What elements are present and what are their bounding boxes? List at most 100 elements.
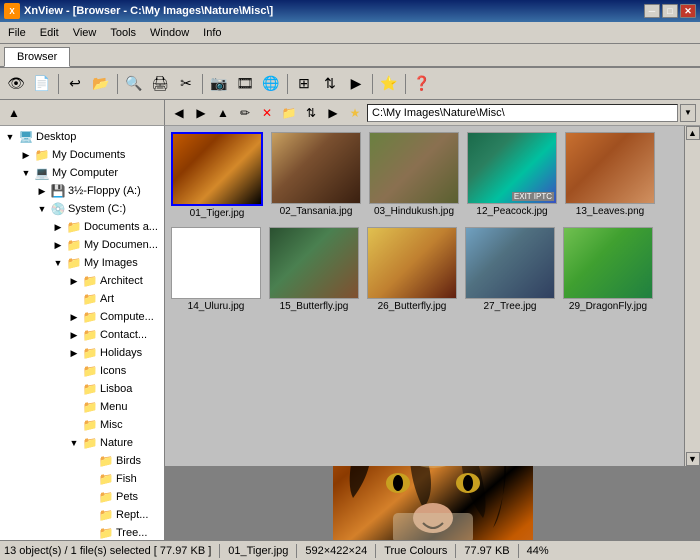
expand-floppy[interactable]: ▶ [34,183,50,199]
tree-item-mydocsc[interactable]: ▶ 📁 My Documen... [48,236,164,254]
sort-button[interactable]: ⇅ [318,72,342,96]
thumb-hindukush[interactable]: 03_Hindukush.jpg [367,130,461,221]
docsa-icon: 📁 [66,220,82,234]
expand-desktop[interactable]: ▼ [2,129,18,145]
addr-forward-button[interactable]: ▶ [191,103,211,123]
thumb-peacock[interactable]: EXIT IPTC 12_Peacock.jpg [465,130,559,221]
address-dropdown[interactable]: ▼ [680,104,696,122]
thumb-butterfly1[interactable]: 15_Butterfly.jpg [267,225,361,314]
thumb-uluru[interactable]: 14_Uluru.jpg [169,225,263,314]
thumb-butterfly2[interactable]: 26_Butterfly.jpg [365,225,459,314]
separator-2 [117,74,118,94]
menu-tools[interactable]: Tools [104,25,142,41]
tree-item-misc[interactable]: 📁 Misc [64,416,164,434]
peacock-label: 12_Peacock.jpg [476,206,547,217]
status-sep-3 [375,544,376,558]
tree-item-desktop[interactable]: ▼ 🖥 Desktop [0,128,164,146]
tree-item-holidays[interactable]: ▶ 📁 Holidays [64,344,164,362]
cut-button[interactable]: ✂ [174,72,198,96]
tree-item-fish[interactable]: 📁 Fish [80,470,164,488]
back-button[interactable]: ↩ [63,72,87,96]
separator-4 [287,74,288,94]
menu-info[interactable]: Info [197,25,227,41]
web-button[interactable]: 🌐 [259,72,283,96]
thumb-scrollup[interactable]: ▲ [686,126,700,140]
tree-item-docsa[interactable]: ▶ 📁 Documents a... [48,218,164,236]
expand-docsa[interactable]: ▶ [50,219,66,235]
tree-item-treet[interactable]: 📁 Tree... [80,524,164,540]
star-button[interactable]: ⭐ [377,72,401,96]
leaves-label: 13_Leaves.png [576,206,644,217]
thumbnails-area: 01_Tiger.jpg 02_Tansania.jpg 03_Hindukus… [165,126,700,466]
tree-item-compute[interactable]: ▶ 📁 Compute... [64,308,164,326]
maximize-button[interactable]: □ [662,4,678,18]
print-button[interactable]: 🖨 [148,72,172,96]
expand-architect[interactable]: ▶ [66,273,82,289]
thumb-leaves[interactable]: 13_Leaves.png [563,130,657,221]
status-sep-2 [296,544,297,558]
tree-item-lisboa[interactable]: 📁 Lisboa [64,380,164,398]
addr-delete-button[interactable]: ✕ [257,103,277,123]
thumb-tansania[interactable]: 02_Tansania.jpg [269,130,363,221]
app-icon: X [4,3,20,19]
tree-item-menu[interactable]: 📁 Menu [64,398,164,416]
thumb-tree[interactable]: 27_Tree.jpg [463,225,557,314]
menu-view[interactable]: View [67,25,103,41]
addr-newfolder-button[interactable]: 📁 [279,103,299,123]
expand-rept [82,507,98,523]
view-button[interactable]: 👁 [4,72,28,96]
grid-button[interactable]: ⊞ [292,72,316,96]
tree-item-pets[interactable]: 📁 Pets [80,488,164,506]
expand-systemc[interactable]: ▼ [34,201,50,217]
expand-compute[interactable]: ▶ [66,309,82,325]
address-input[interactable] [367,104,678,122]
tree-item-nature[interactable]: ▼ 📁 Nature [64,434,164,452]
thumb-scrolldown[interactable]: ▼ [686,452,700,466]
addr-sort-button[interactable]: ⇅ [301,103,321,123]
tree-item-myimages[interactable]: ▼ 📁 My Images [48,254,164,272]
menu-file[interactable]: File [2,25,32,41]
tab-browser[interactable]: Browser [4,47,70,67]
help-button[interactable]: ❓ [410,72,434,96]
tree-item-icons[interactable]: 📁 Icons [64,362,164,380]
expand-nature[interactable]: ▼ [66,435,82,451]
tree-item-rept[interactable]: 📁 Rept... [80,506,164,524]
minimize-button[interactable]: ─ [644,4,660,18]
menu-edit[interactable]: Edit [34,25,65,41]
thumb-tiger[interactable]: 01_Tiger.jpg [169,130,265,221]
film-button[interactable]: 🎞 [233,72,257,96]
tree-item-mycomputer[interactable]: ▼ 💻 My Computer [16,164,164,182]
addr-back-button[interactable]: ◀ [169,103,189,123]
expand-myimages[interactable]: ▼ [50,255,66,271]
myimages-icon: 📁 [66,256,82,270]
addr-star-button[interactable]: ★ [345,103,365,123]
uluru-image [172,228,260,298]
camera-button[interactable]: 📷 [207,72,231,96]
tree-scroll-up[interactable]: ▲ [4,103,24,123]
close-button[interactable]: ✕ [680,4,696,18]
expand-contact[interactable]: ▶ [66,327,82,343]
tree-item-floppy[interactable]: ▶ 💾 3½-Floppy (A:) [32,182,164,200]
tree-item-birds[interactable]: 📁 Birds [80,452,164,470]
icons-icon: 📁 [82,364,98,378]
open-button[interactable]: 📂 [89,72,113,96]
expand-mydocsc[interactable]: ▶ [50,237,66,253]
address-bar: ◀ ▶ ▲ ✏ ✕ 📁 ⇅ ▶ ★ ▼ [165,100,700,126]
expand-mycomputer[interactable]: ▼ [18,165,34,181]
expand-mydocs[interactable]: ▶ [18,147,34,163]
tree-item-systemc[interactable]: ▼ 💿 System (C:) [32,200,164,218]
addr-edit-button[interactable]: ✏ [235,103,255,123]
addr-up-button[interactable]: ▲ [213,103,233,123]
tree-item-architect[interactable]: ▶ 📁 Architect [64,272,164,290]
search-button[interactable]: 🔍 [122,72,146,96]
menu-window[interactable]: Window [144,25,195,41]
tree-item-mydocs[interactable]: ▶ 📁 My Documents [16,146,164,164]
addr-play-button[interactable]: ▶ [323,103,343,123]
expand-holidays[interactable]: ▶ [66,345,82,361]
play-button[interactable]: ▶ [344,72,368,96]
status-zoom: 44% [527,545,549,557]
tree-item-contact[interactable]: ▶ 📁 Contact... [64,326,164,344]
thumb-dragonfly[interactable]: 29_DragonFly.jpg [561,225,655,314]
new-button[interactable]: 📄 [30,72,54,96]
tree-item-art[interactable]: 📁 Art [64,290,164,308]
